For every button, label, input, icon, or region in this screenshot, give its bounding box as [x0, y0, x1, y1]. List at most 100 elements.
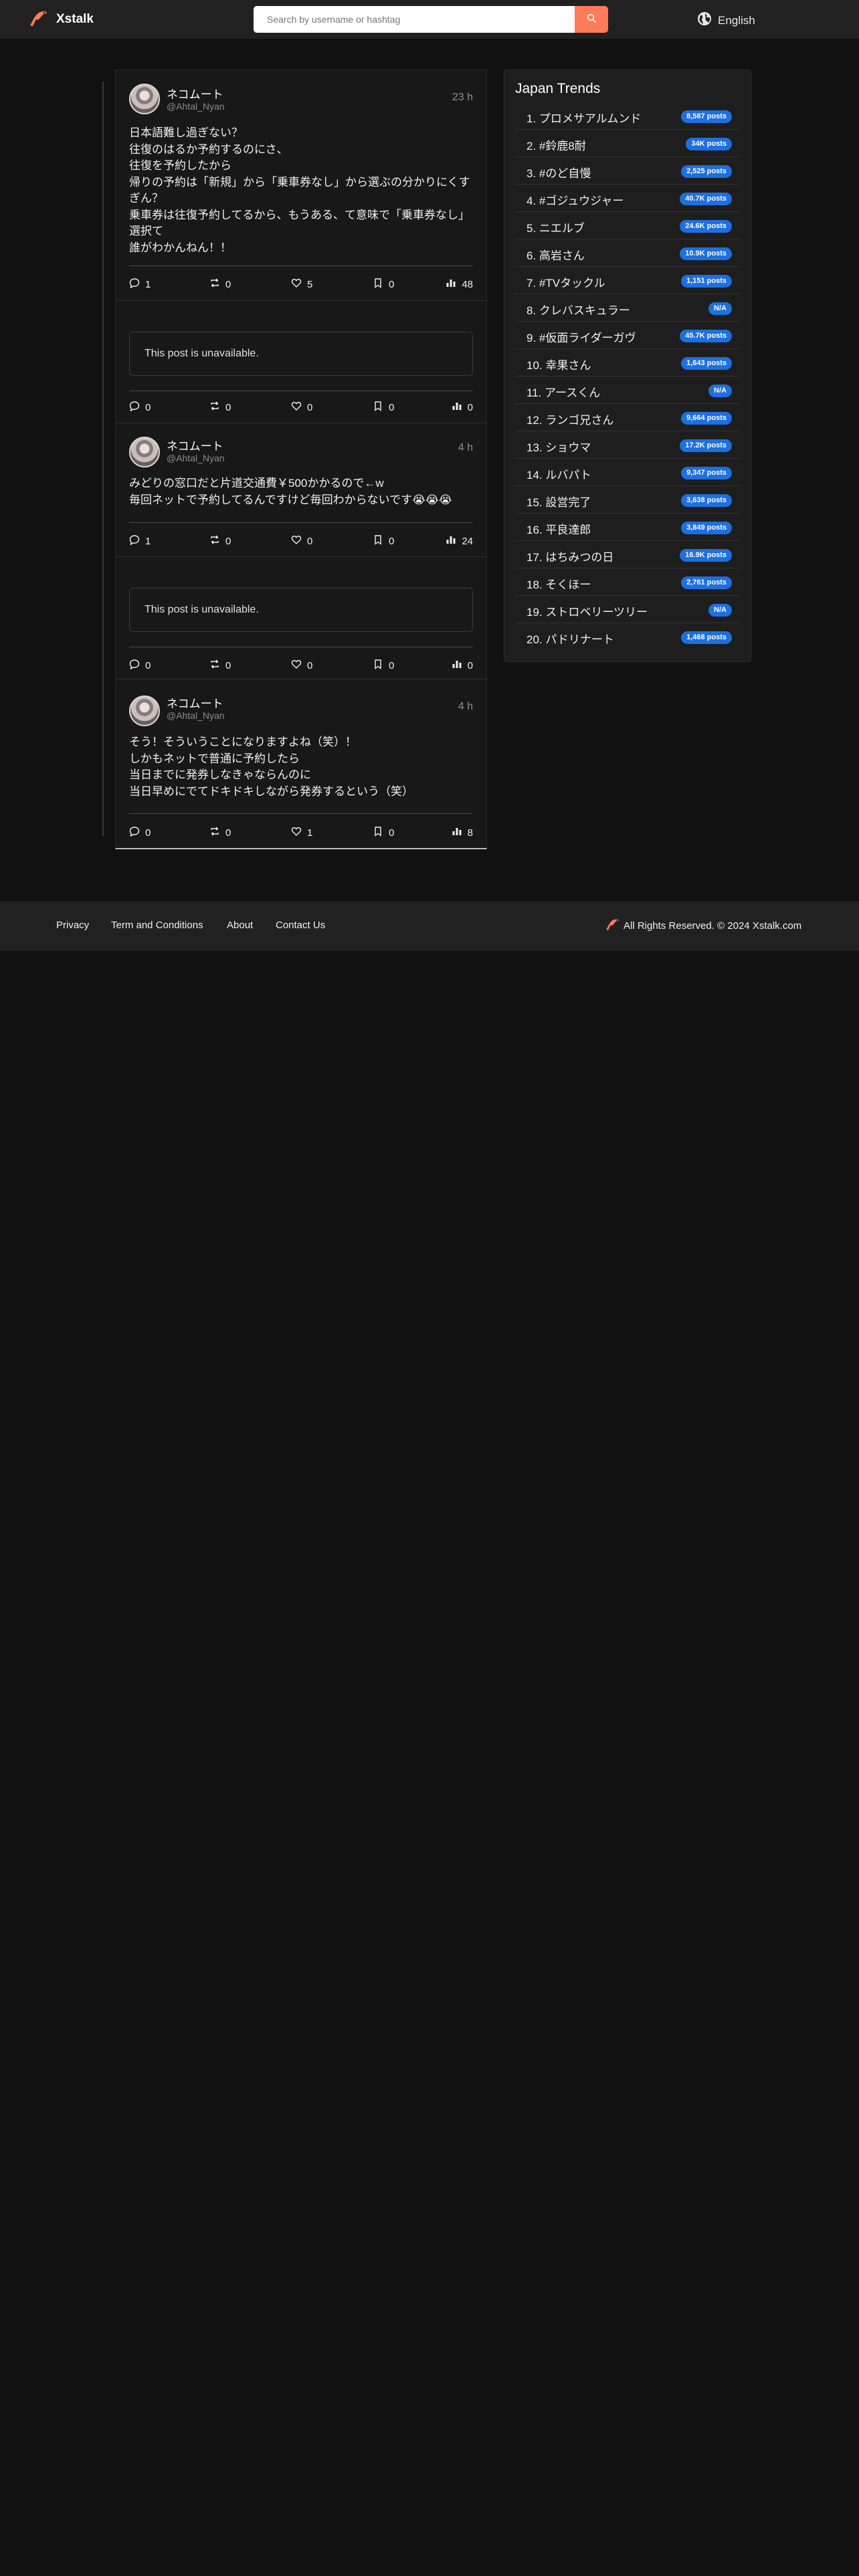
reply-button[interactable]: 0 — [129, 659, 151, 672]
trend-name[interactable]: 1. プロメサアルムンド — [527, 109, 641, 126]
trend-name[interactable]: 11. アースくん — [527, 383, 600, 400]
footer-link-contact[interactable]: Contact Us — [276, 920, 325, 931]
trend-item[interactable]: 2. #鈴鹿8耐 34K posts — [515, 130, 740, 157]
post[interactable]: ネコムート @Ahtal_Nyan 4 h そう！そういうことになりますよね（笑… — [116, 679, 486, 848]
retweet-count: 0 — [225, 659, 231, 671]
trend-item[interactable]: 16. 平良達郎 3,849 posts — [515, 514, 740, 541]
trend-name[interactable]: 12. ランゴ兄さん — [527, 411, 613, 427]
trend-name[interactable]: 8. クレバスキュラー — [527, 301, 630, 318]
trend-item[interactable]: 11. アースくん N/A — [515, 377, 740, 404]
trend-name[interactable]: 19. ストロベリーツリー — [527, 603, 648, 619]
avatar[interactable] — [129, 84, 160, 114]
views-button[interactable]: 8 — [452, 826, 473, 839]
trend-name[interactable]: 6. 高岩さん — [527, 246, 585, 263]
trend-name[interactable]: 10. 幸果さん — [527, 356, 591, 372]
trend-item[interactable]: 14. ルバパト 9,347 posts — [515, 459, 740, 486]
reply-button[interactable]: 0 — [129, 826, 151, 839]
trend-name[interactable]: 20. パドリナート — [527, 630, 614, 647]
copyright-text: All Rights Reserved. © 2024 Xstalk.com — [624, 920, 802, 932]
language-selector[interactable]: English — [697, 11, 755, 29]
bookmark-button[interactable]: 0 — [373, 278, 394, 291]
search-icon — [587, 13, 596, 26]
like-button[interactable]: 0 — [291, 401, 312, 414]
search-input[interactable] — [254, 6, 575, 33]
like-button[interactable]: 5 — [291, 278, 312, 291]
trend-name[interactable]: 7. #TVタックル — [527, 274, 605, 290]
trend-name[interactable]: 18. そくほー — [527, 575, 591, 592]
reply-button[interactable]: 1 — [129, 278, 151, 291]
trend-name[interactable]: 15. 設営完了 — [527, 493, 591, 510]
trend-item[interactable]: 7. #TVタックル 1,151 posts — [515, 267, 740, 294]
trend-name[interactable]: 4. #ゴジュウジャー — [527, 191, 624, 208]
trend-item[interactable]: 12. ランゴ兄さん 9,664 posts — [515, 404, 740, 431]
bookmark-icon — [373, 534, 389, 548]
post-handle[interactable]: @Ahtal_Nyan — [167, 710, 225, 721]
trend-name[interactable]: 2. #鈴鹿8耐 — [527, 136, 586, 153]
views-button[interactable]: 48 — [446, 278, 473, 291]
post-handle[interactable]: @Ahtal_Nyan — [167, 453, 225, 463]
trend-item[interactable]: 15. 設営完了 3,638 posts — [515, 486, 740, 514]
retweet-button[interactable]: 0 — [209, 278, 231, 291]
post[interactable]: ネコムート @Ahtal_Nyan 23 h 日本語難し過ぎない？ 往復のはるか… — [116, 70, 486, 301]
trend-item[interactable]: 1. プロメサアルムンド 8,587 posts — [515, 102, 740, 130]
post[interactable]: ネコムート @Ahtal_Nyan 4 h みどりの窓口だと片道交通費￥500か… — [116, 423, 486, 557]
post-username[interactable]: ネコムート — [167, 694, 223, 711]
trend-item[interactable]: 8. クレバスキュラー N/A — [515, 294, 740, 322]
bookmark-button[interactable]: 0 — [373, 401, 394, 414]
logo[interactable]: Xstalk — [28, 10, 94, 29]
heart-icon — [291, 278, 307, 291]
reply-count: 0 — [145, 827, 151, 839]
retweet-button[interactable]: 0 — [209, 534, 231, 548]
footer-link-about[interactable]: About — [227, 920, 253, 931]
reply-button[interactable]: 0 — [129, 401, 151, 414]
trend-name[interactable]: 13. ショウマ — [527, 438, 591, 455]
retweet-count: 0 — [225, 827, 231, 839]
retweet-button[interactable]: 0 — [209, 401, 231, 414]
trend-name[interactable]: 3. #のど自慢 — [527, 164, 591, 181]
trend-item[interactable]: 20. パドリナート 1,468 posts — [515, 623, 740, 651]
reply-button[interactable]: 1 — [129, 534, 151, 548]
trend-item[interactable]: 6. 高岩さん 10.9K posts — [515, 239, 740, 267]
views-button[interactable]: 0 — [452, 659, 473, 672]
bookmark-button[interactable]: 0 — [373, 826, 394, 839]
post-username[interactable]: ネコムート — [167, 85, 223, 102]
trend-name[interactable]: 5. ニエルブ — [527, 219, 585, 235]
avatar[interactable] — [129, 695, 160, 726]
views-button[interactable]: 0 — [452, 401, 473, 414]
like-button[interactable]: 1 — [291, 826, 312, 839]
trend-name[interactable]: 14. ルバパト — [527, 465, 591, 482]
post-handle[interactable]: @Ahtal_Nyan — [167, 101, 225, 112]
like-button[interactable]: 0 — [291, 534, 312, 548]
trend-count-badge: 17.2K posts — [680, 439, 732, 452]
trend-item[interactable]: 10. 幸果さん 1,643 posts — [515, 349, 740, 377]
post-username[interactable]: ネコムート — [167, 437, 223, 453]
trend-item[interactable]: 17. はちみつの日 16.9K posts — [515, 541, 740, 568]
trend-item[interactable]: 18. そくほー 2,761 posts — [515, 568, 740, 596]
footer-link-terms[interactable]: Term and Conditions — [111, 920, 203, 931]
logo-icon — [605, 918, 624, 934]
trend-item[interactable]: 9. #仮面ライダーガヴ 45.7K posts — [515, 322, 740, 349]
trend-name[interactable]: 16. 平良達郎 — [527, 520, 591, 537]
trend-name[interactable]: 17. はちみつの日 — [527, 548, 613, 564]
search-button[interactable] — [575, 6, 608, 33]
trend-item[interactable]: 3. #のど自慢 2,525 posts — [515, 157, 740, 185]
unavailable-notice: This post is unavailable. — [129, 588, 473, 632]
retweet-button[interactable]: 0 — [209, 659, 231, 672]
trend-count-badge: 3,638 posts — [681, 494, 732, 507]
views-icon — [452, 401, 468, 414]
views-button[interactable]: 24 — [446, 534, 473, 548]
avatar[interactable] — [129, 437, 160, 467]
bookmark-button[interactable]: 0 — [373, 659, 394, 672]
post-time: 4 h — [458, 442, 473, 453]
footer-link-privacy[interactable]: Privacy — [56, 920, 89, 931]
bookmark-button[interactable]: 0 — [373, 534, 394, 548]
trend-count-badge: 24.6K posts — [680, 220, 732, 233]
trends-title: Japan Trends — [515, 81, 601, 96]
trend-item[interactable]: 4. #ゴジュウジャー 40.7K posts — [515, 185, 740, 212]
trend-item[interactable]: 13. ショウマ 17.2K posts — [515, 431, 740, 459]
retweet-button[interactable]: 0 — [209, 826, 231, 839]
trend-item[interactable]: 5. ニエルブ 24.6K posts — [515, 212, 740, 239]
trend-item[interactable]: 19. ストロベリーツリー N/A — [515, 596, 740, 623]
trend-name[interactable]: 9. #仮面ライダーガヴ — [527, 328, 636, 345]
like-button[interactable]: 0 — [291, 659, 312, 672]
